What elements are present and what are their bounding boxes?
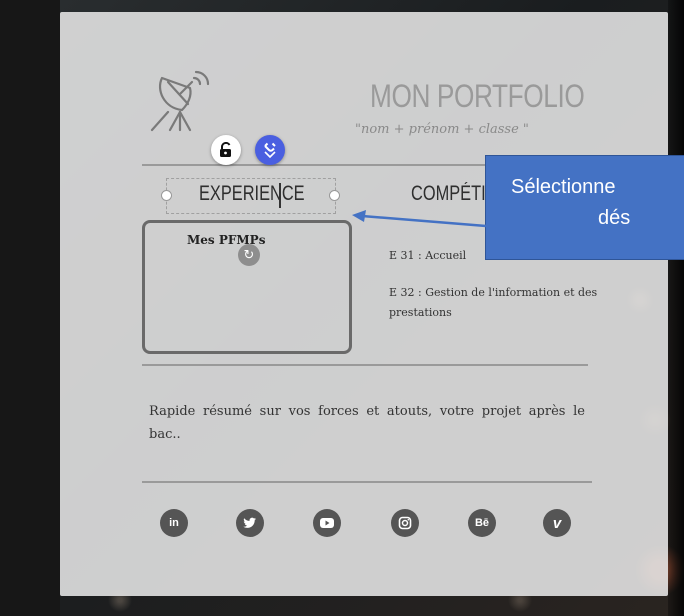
youtube-icon[interactable] [313,509,341,537]
youtube-play-icon [320,518,334,528]
bottom-divider [142,481,592,483]
portfolio-title[interactable]: MON PORTFOLIO [370,78,585,115]
callout-arrow [352,210,487,228]
lock-toggle-button[interactable] [211,135,241,165]
summary-text[interactable]: Rapide résumé sur vos forces et atouts, … [149,400,585,446]
right-shadow-strip [668,0,684,616]
callout-line-2: dés [598,207,631,229]
instagram-icon[interactable] [391,509,419,537]
unlock-icon [220,142,231,157]
text-cursor [279,183,281,208]
linkedin-icon[interactable]: in [160,509,188,537]
portfolio-subtitle[interactable]: "nom + prénom + classe " [355,122,595,137]
middle-divider [142,364,588,366]
left-dark-strip [0,0,60,616]
vimeo-icon[interactable]: v [543,509,571,537]
resize-handle-right[interactable] [329,190,340,201]
behance-icon[interactable]: Bē [468,509,496,537]
instagram-camera-icon [398,516,412,530]
instruction-callout: Sélectionne dés [485,155,684,260]
callout-line-1: Sélectionne [511,176,616,198]
resize-handle-left[interactable] [161,190,172,201]
magnet-icon [264,142,276,158]
rotate-handle-icon[interactable]: ↻ [238,244,260,266]
satellite-antenna-icon [150,70,210,132]
nav-competences[interactable]: COMPÉTI [411,182,486,206]
twitter-bird-icon [243,517,256,528]
nav-experience[interactable]: EXPERIENCE [199,182,305,206]
magnet-button[interactable] [255,135,285,165]
competence-item[interactable]: E 32 : Gestion de l'information et des p… [389,283,609,323]
twitter-icon[interactable] [236,509,264,537]
